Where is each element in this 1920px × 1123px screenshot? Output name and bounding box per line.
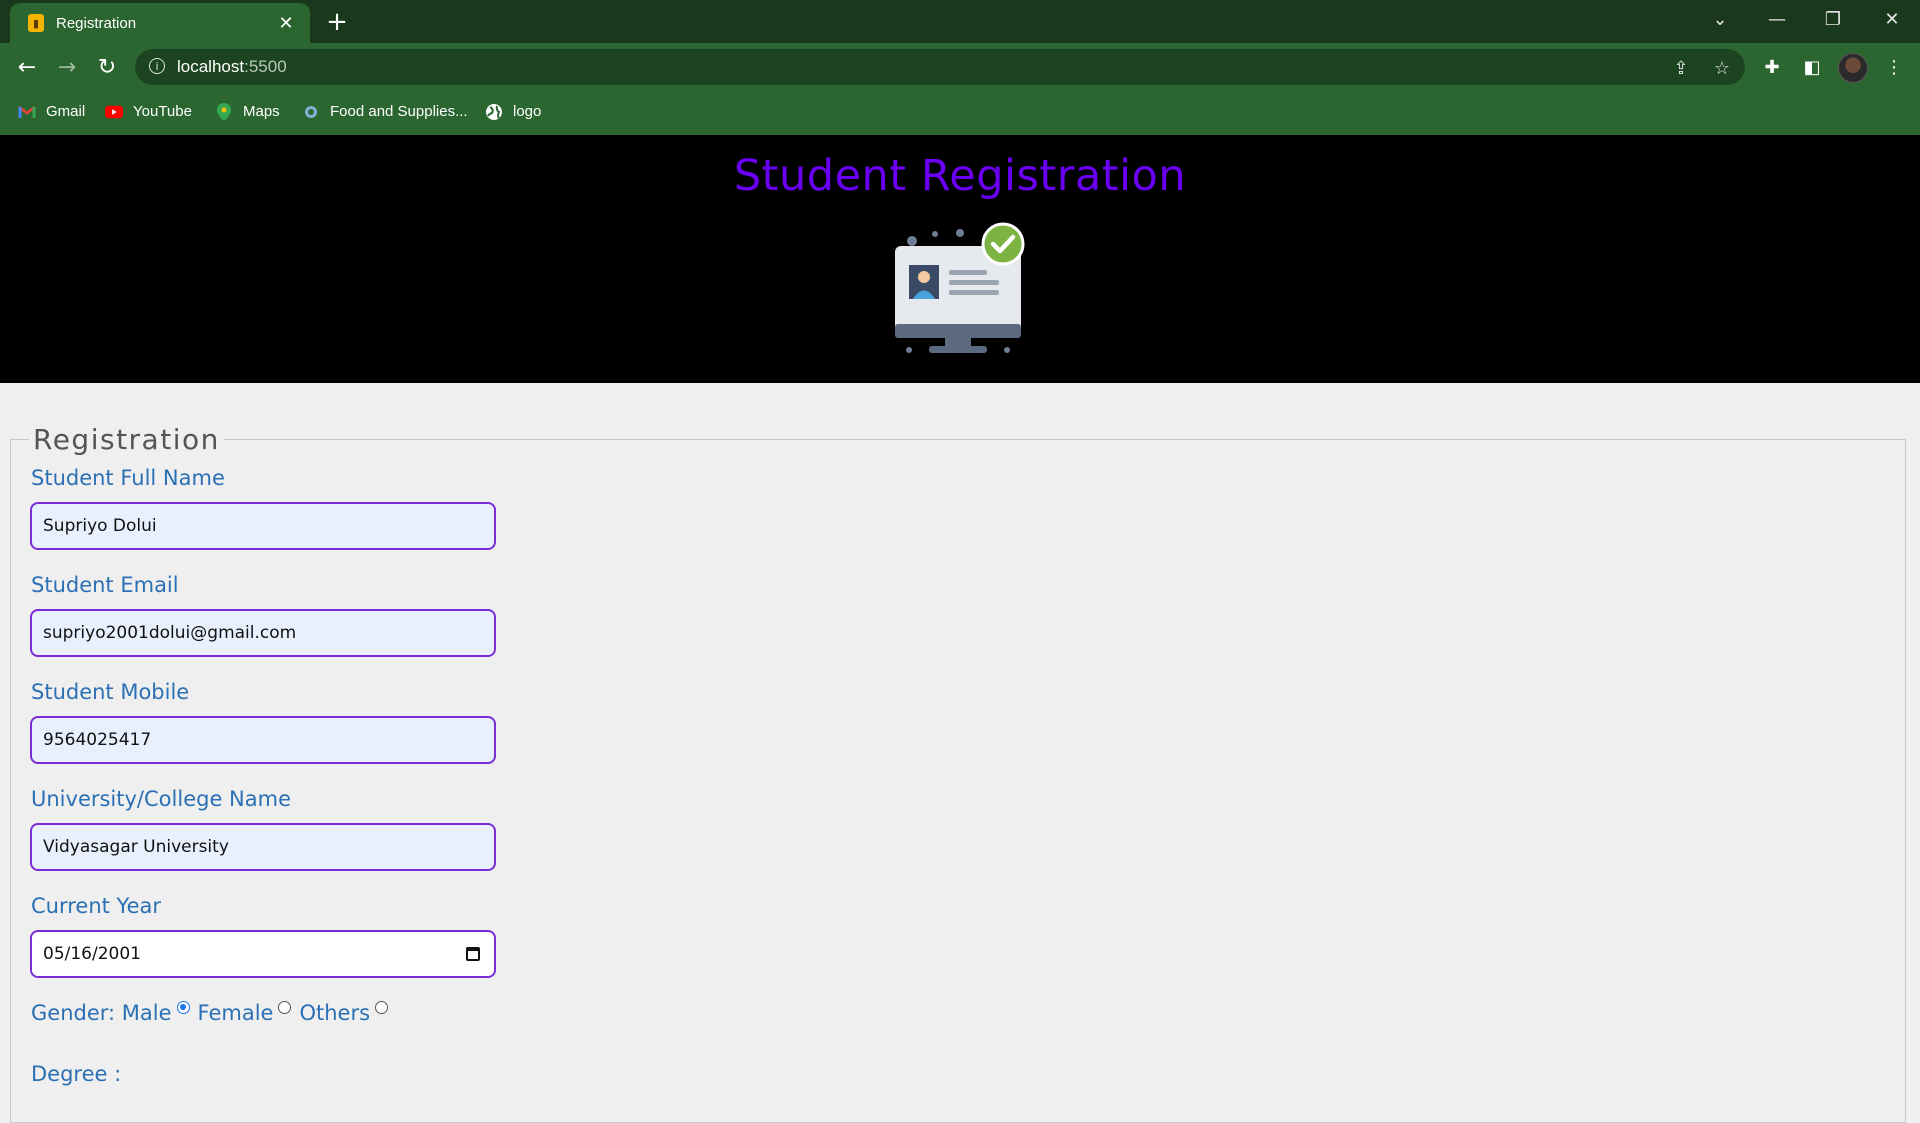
bookmark-food-supplies[interactable]: Food and Supplies... [302, 103, 468, 120]
email-input[interactable]: supriyo2001dolui@gmail.com [30, 609, 496, 657]
header-banner: Student Registration [0, 135, 1920, 383]
bookmark-logo[interactable]: logo [485, 103, 541, 120]
college-label: University/College Name [31, 787, 291, 811]
email-label: Student Email [31, 573, 179, 597]
menu-icon[interactable]: ⋮ [1882, 55, 1906, 79]
profile-avatar[interactable] [1838, 53, 1868, 83]
bookmarks-bar: Gmail YouTube Maps Food and Supplies... … [0, 91, 1920, 135]
year-label: Current Year [31, 894, 162, 918]
full-name-input[interactable]: Supriyo Dolui [30, 502, 496, 550]
globe-icon [485, 103, 503, 120]
url-text[interactable]: localhost:5500 [177, 57, 287, 77]
favicon-icon: ▮ [28, 14, 44, 32]
bookmark-youtube[interactable]: YouTube [105, 103, 192, 120]
browser-tab[interactable]: ▮ Registration ✕ [10, 3, 310, 43]
registration-computer-icon [895, 222, 1025, 353]
gender-label: Gender: [31, 1001, 116, 1025]
gender-female-radio[interactable] [278, 1000, 292, 1014]
side-panel-icon[interactable]: ◧ [1800, 55, 1824, 79]
gender-female-label: Female [197, 1001, 274, 1025]
form-legend: Registration [33, 423, 220, 456]
youtube-icon [105, 104, 123, 120]
page-title: Student Registration [733, 151, 1187, 201]
gender-male-label: Male [121, 1001, 172, 1025]
share-icon[interactable]: ⇪ [1670, 57, 1692, 79]
page-content: Student Registration Registration Studen… [0, 135, 1920, 1123]
bookmark-gmail[interactable]: Gmail [18, 103, 85, 120]
maps-icon [215, 102, 233, 121]
close-tab-icon[interactable]: ✕ [272, 9, 300, 37]
bookmark-star-icon[interactable]: ☆ [1711, 57, 1733, 79]
site-info-icon[interactable]: i [149, 58, 165, 74]
mobile-label: Student Mobile [31, 680, 190, 704]
browser-tab-strip: ▮ Registration ✕ + ⌄ — ❐ ✕ [0, 0, 1920, 43]
gender-group: Gender: Male Female Others [31, 1000, 396, 1025]
address-bar[interactable]: i localhost:5500 ⇪ ☆ [135, 49, 1745, 85]
degree-label: Degree : [31, 1062, 122, 1086]
tab-search-icon[interactable]: ⌄ [1700, 4, 1740, 34]
globe-small-icon [302, 104, 320, 120]
full-name-label: Student Full Name [31, 466, 225, 490]
new-tab-icon[interactable]: + [323, 7, 351, 37]
gender-others-label: Others [299, 1001, 371, 1025]
mobile-input[interactable]: 9564025417 [30, 716, 496, 764]
year-date-input[interactable]: 05/16/2001 [30, 930, 496, 978]
bookmark-maps[interactable]: Maps [215, 102, 280, 121]
reload-icon[interactable]: ↻ [92, 52, 122, 82]
gender-others-radio[interactable] [375, 1000, 389, 1014]
browser-toolbar: ← → ↻ i localhost:5500 ⇪ ☆ ✚ ◧ ⋮ [0, 43, 1920, 91]
gmail-icon [18, 104, 36, 120]
forward-icon[interactable]: → [52, 52, 82, 82]
tab-title: Registration [56, 14, 137, 32]
calendar-icon[interactable] [466, 947, 480, 961]
extensions-icon[interactable]: ✚ [1760, 55, 1784, 79]
minimize-icon[interactable]: — [1757, 4, 1797, 34]
restore-icon[interactable]: ❐ [1813, 4, 1853, 34]
year-date-value: 05/16/2001 [43, 944, 141, 964]
college-input[interactable]: Vidyasagar University [30, 823, 496, 871]
close-window-icon[interactable]: ✕ [1872, 4, 1912, 34]
gender-male-radio[interactable] [176, 1000, 190, 1014]
back-icon[interactable]: ← [12, 52, 42, 82]
